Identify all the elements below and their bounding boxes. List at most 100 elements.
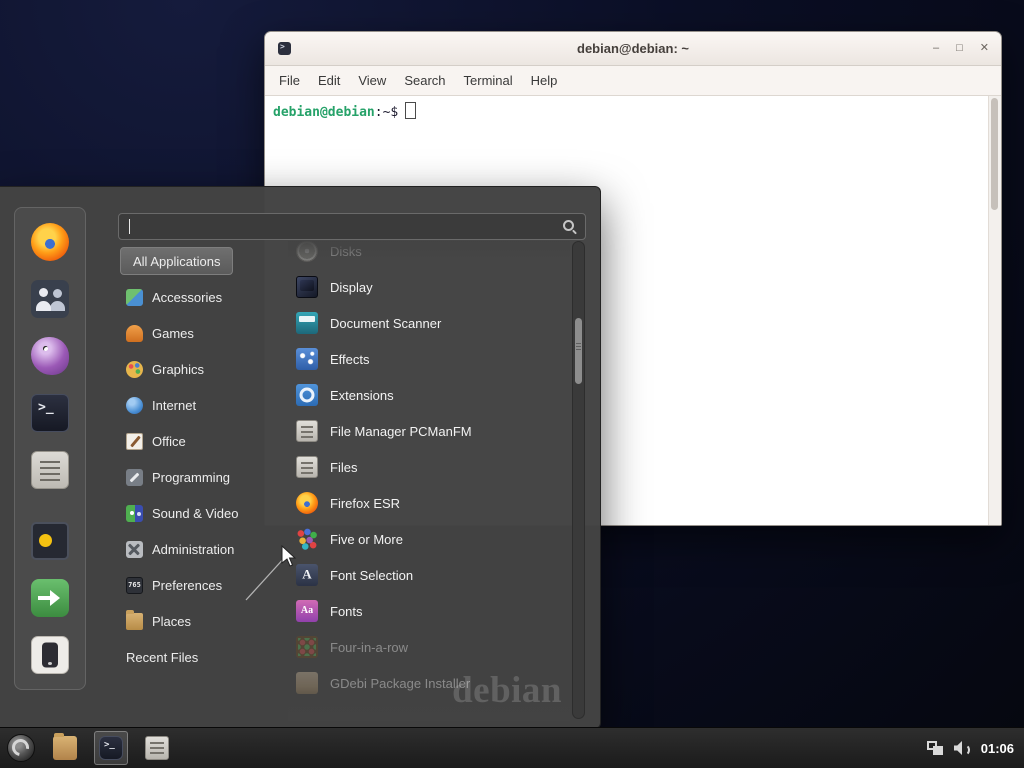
terminal-menu-help[interactable]: Help: [522, 73, 567, 88]
category-games[interactable]: Games: [120, 315, 286, 351]
category-places[interactable]: Places: [120, 603, 286, 639]
category-label: Sound & Video: [152, 506, 239, 521]
category-label: Administration: [152, 542, 234, 557]
maximize-button[interactable]: □: [956, 43, 963, 54]
pidgin-icon: [31, 337, 69, 375]
fonts-icon: [296, 600, 318, 622]
shut-down-icon: [31, 636, 69, 674]
menu-scrollbar[interactable]: [572, 241, 585, 719]
terminal-menu-edit[interactable]: Edit: [309, 73, 349, 88]
app-display[interactable]: Display: [288, 269, 570, 305]
filecab-icon: [296, 456, 318, 478]
app-document-scanner[interactable]: Document Scanner: [288, 305, 570, 341]
app-file-manager-pcmanfm[interactable]: File Manager PCManFM: [288, 413, 570, 449]
app-label: File Manager PCManFM: [330, 424, 472, 439]
category-list: All Applications AccessoriesGames Graphics…: [120, 243, 286, 675]
search-box[interactable]: [118, 213, 586, 240]
terminal-scrollbar[interactable]: [988, 96, 1001, 525]
soundvideo-category-icon: [126, 505, 143, 522]
app-files[interactable]: Files: [288, 449, 570, 485]
terminal-window-icon: [278, 42, 291, 55]
system-tray: 01:06: [927, 741, 1024, 756]
gdebi-icon: [296, 672, 318, 694]
terminal-title: debian@debian: ~: [577, 41, 689, 56]
category-label: Internet: [152, 398, 196, 413]
taskbar-launchers: [42, 731, 180, 765]
software-list-icon: [31, 451, 69, 489]
clock[interactable]: 01:06: [981, 741, 1014, 756]
taskbar-launcher-files[interactable]: [140, 731, 174, 765]
category-programming[interactable]: Programming: [120, 459, 286, 495]
firefox-icon: [31, 223, 69, 261]
volume-icon[interactable]: [954, 741, 970, 755]
app-firefox-esr[interactable]: Firefox ESR: [288, 485, 570, 521]
admin-category-icon: [126, 541, 143, 558]
terminal-menu-search[interactable]: Search: [395, 73, 454, 88]
app-label: Five or More: [330, 532, 403, 547]
app-disks[interactable]: Disks: [288, 241, 570, 269]
favorite-software-list[interactable]: [26, 448, 74, 492]
app-font-selection[interactable]: Font Selection: [288, 557, 570, 593]
app-fonts[interactable]: Fonts: [288, 593, 570, 629]
favorite-terminal[interactable]: [26, 391, 74, 435]
favorite-firefox[interactable]: [26, 220, 74, 264]
favorites-panel: [14, 207, 86, 690]
games-category-icon: [126, 325, 143, 342]
category-label: Recent Files: [126, 650, 198, 665]
category-recent-files[interactable]: Recent Files: [120, 639, 286, 675]
favorite-shut-down[interactable]: [26, 633, 74, 677]
close-button[interactable]: ✕: [980, 43, 989, 54]
favorite-pidgin[interactable]: [26, 334, 74, 378]
terminal-titlebar[interactable]: debian@debian: ~ – □ ✕: [265, 32, 1001, 66]
prompt-user-host: debian@debian: [273, 105, 375, 120]
office-category-icon: [126, 433, 143, 450]
terminal-icon: [31, 394, 69, 432]
app-label: Display: [330, 280, 373, 295]
search-input[interactable]: [130, 218, 563, 235]
window-controls: – □ ✕: [933, 32, 989, 65]
menu-scrollbar-thumb[interactable]: [575, 318, 582, 384]
category-graphics[interactable]: Graphics: [120, 351, 286, 387]
terminal-menu-file[interactable]: File: [270, 73, 309, 88]
taskbar-launcher-terminal[interactable]: [94, 731, 128, 765]
desktop[interactable]: debian@debian: ~ – □ ✕ FileEditViewSearchT…: [0, 0, 1024, 768]
menu-logo-icon: [7, 734, 35, 762]
app-five-or-more[interactable]: Five or More: [288, 521, 570, 557]
favorite-log-out[interactable]: [26, 576, 74, 620]
app-label: Files: [330, 460, 357, 475]
app-effects[interactable]: Effects: [288, 341, 570, 377]
category-sound-video[interactable]: Sound & Video: [120, 495, 286, 531]
terminal-scrollbar-thumb[interactable]: [991, 98, 998, 210]
taskbar: 01:06: [0, 727, 1024, 768]
favorite-users[interactable]: [26, 277, 74, 321]
firefox-icon: [296, 492, 318, 514]
fiveormore-icon: [296, 528, 318, 550]
category-internet[interactable]: Internet: [120, 387, 286, 423]
applications-menu: All Applications AccessoriesGames Graphics…: [0, 186, 601, 729]
category-all-applications[interactable]: All Applications: [120, 247, 233, 275]
category-label: Programming: [152, 470, 230, 485]
taskbar-launcher-file-manager[interactable]: [48, 731, 82, 765]
display-icon: [296, 276, 318, 298]
log-out-icon: [31, 579, 69, 617]
app-label: Firefox ESR: [330, 496, 400, 511]
category-accessories[interactable]: Accessories: [120, 279, 286, 315]
network-icon[interactable]: [927, 741, 943, 755]
places-category-icon: [126, 613, 143, 630]
programming-category-icon: [126, 469, 143, 486]
category-administration[interactable]: Administration: [120, 531, 286, 567]
category-office[interactable]: Office: [120, 423, 286, 459]
minimize-button[interactable]: –: [933, 43, 939, 54]
terminal-icon: [99, 736, 123, 760]
category-label: Graphics: [152, 362, 204, 377]
docscan-icon: [296, 312, 318, 334]
accessories-category-icon: [126, 289, 143, 306]
terminal-menu-view[interactable]: View: [349, 73, 395, 88]
category-preferences[interactable]: Preferences: [120, 567, 286, 603]
app-extensions[interactable]: Extensions: [288, 377, 570, 413]
menu-button[interactable]: [0, 728, 42, 768]
fourrow-icon: [296, 636, 318, 658]
app-four-in-a-row[interactable]: Four-in-a-row: [288, 629, 570, 665]
favorite-lock-screen[interactable]: [26, 519, 74, 563]
terminal-menu-terminal[interactable]: Terminal: [455, 73, 522, 88]
